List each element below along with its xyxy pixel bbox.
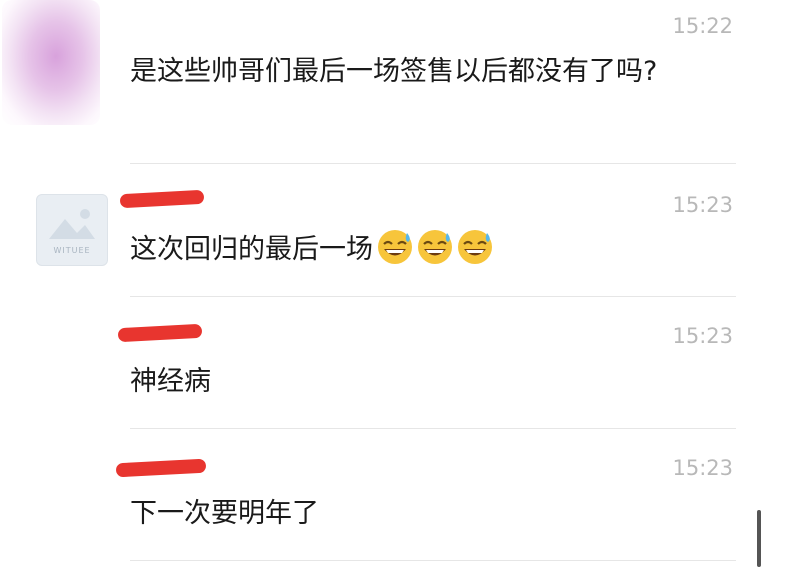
chat-thread: 15:22 是这些帅哥们最后一场签售以后都没有了吗? WITUEE 15:23 … — [0, 0, 787, 569]
message-timestamp: 15:23 — [672, 193, 733, 217]
message-text: 下一次要明年了 — [130, 498, 319, 529]
redacted-username — [117, 323, 203, 343]
avatar[interactable]: WITUEE — [36, 194, 108, 266]
redacted-username — [115, 458, 207, 478]
grinning-sweat-emoji — [418, 230, 452, 264]
message-text: 这次回归的最后一场 — [130, 234, 373, 265]
message-timestamp: 15:23 — [672, 456, 733, 480]
grinning-sweat-emoji — [378, 230, 412, 264]
divider — [130, 428, 736, 429]
message-timestamp: 15:22 — [672, 14, 733, 38]
avatar-placeholder-label: WITUEE — [53, 246, 91, 255]
scrollbar[interactable] — [757, 510, 761, 567]
divider — [130, 296, 736, 297]
divider — [130, 163, 736, 164]
message-timestamp: 15:23 — [672, 324, 733, 348]
image-placeholder-icon — [49, 209, 95, 239]
avatar[interactable] — [2, 0, 100, 125]
message-text-row: 这次回归的最后一场 — [130, 228, 720, 272]
divider — [130, 560, 736, 561]
redacted-username — [119, 189, 205, 209]
message-text: 是这些帅哥们最后一场签售以后都没有了吗? — [130, 56, 658, 87]
grinning-sweat-emoji — [458, 230, 492, 264]
message-text: 神经病 — [130, 366, 211, 397]
